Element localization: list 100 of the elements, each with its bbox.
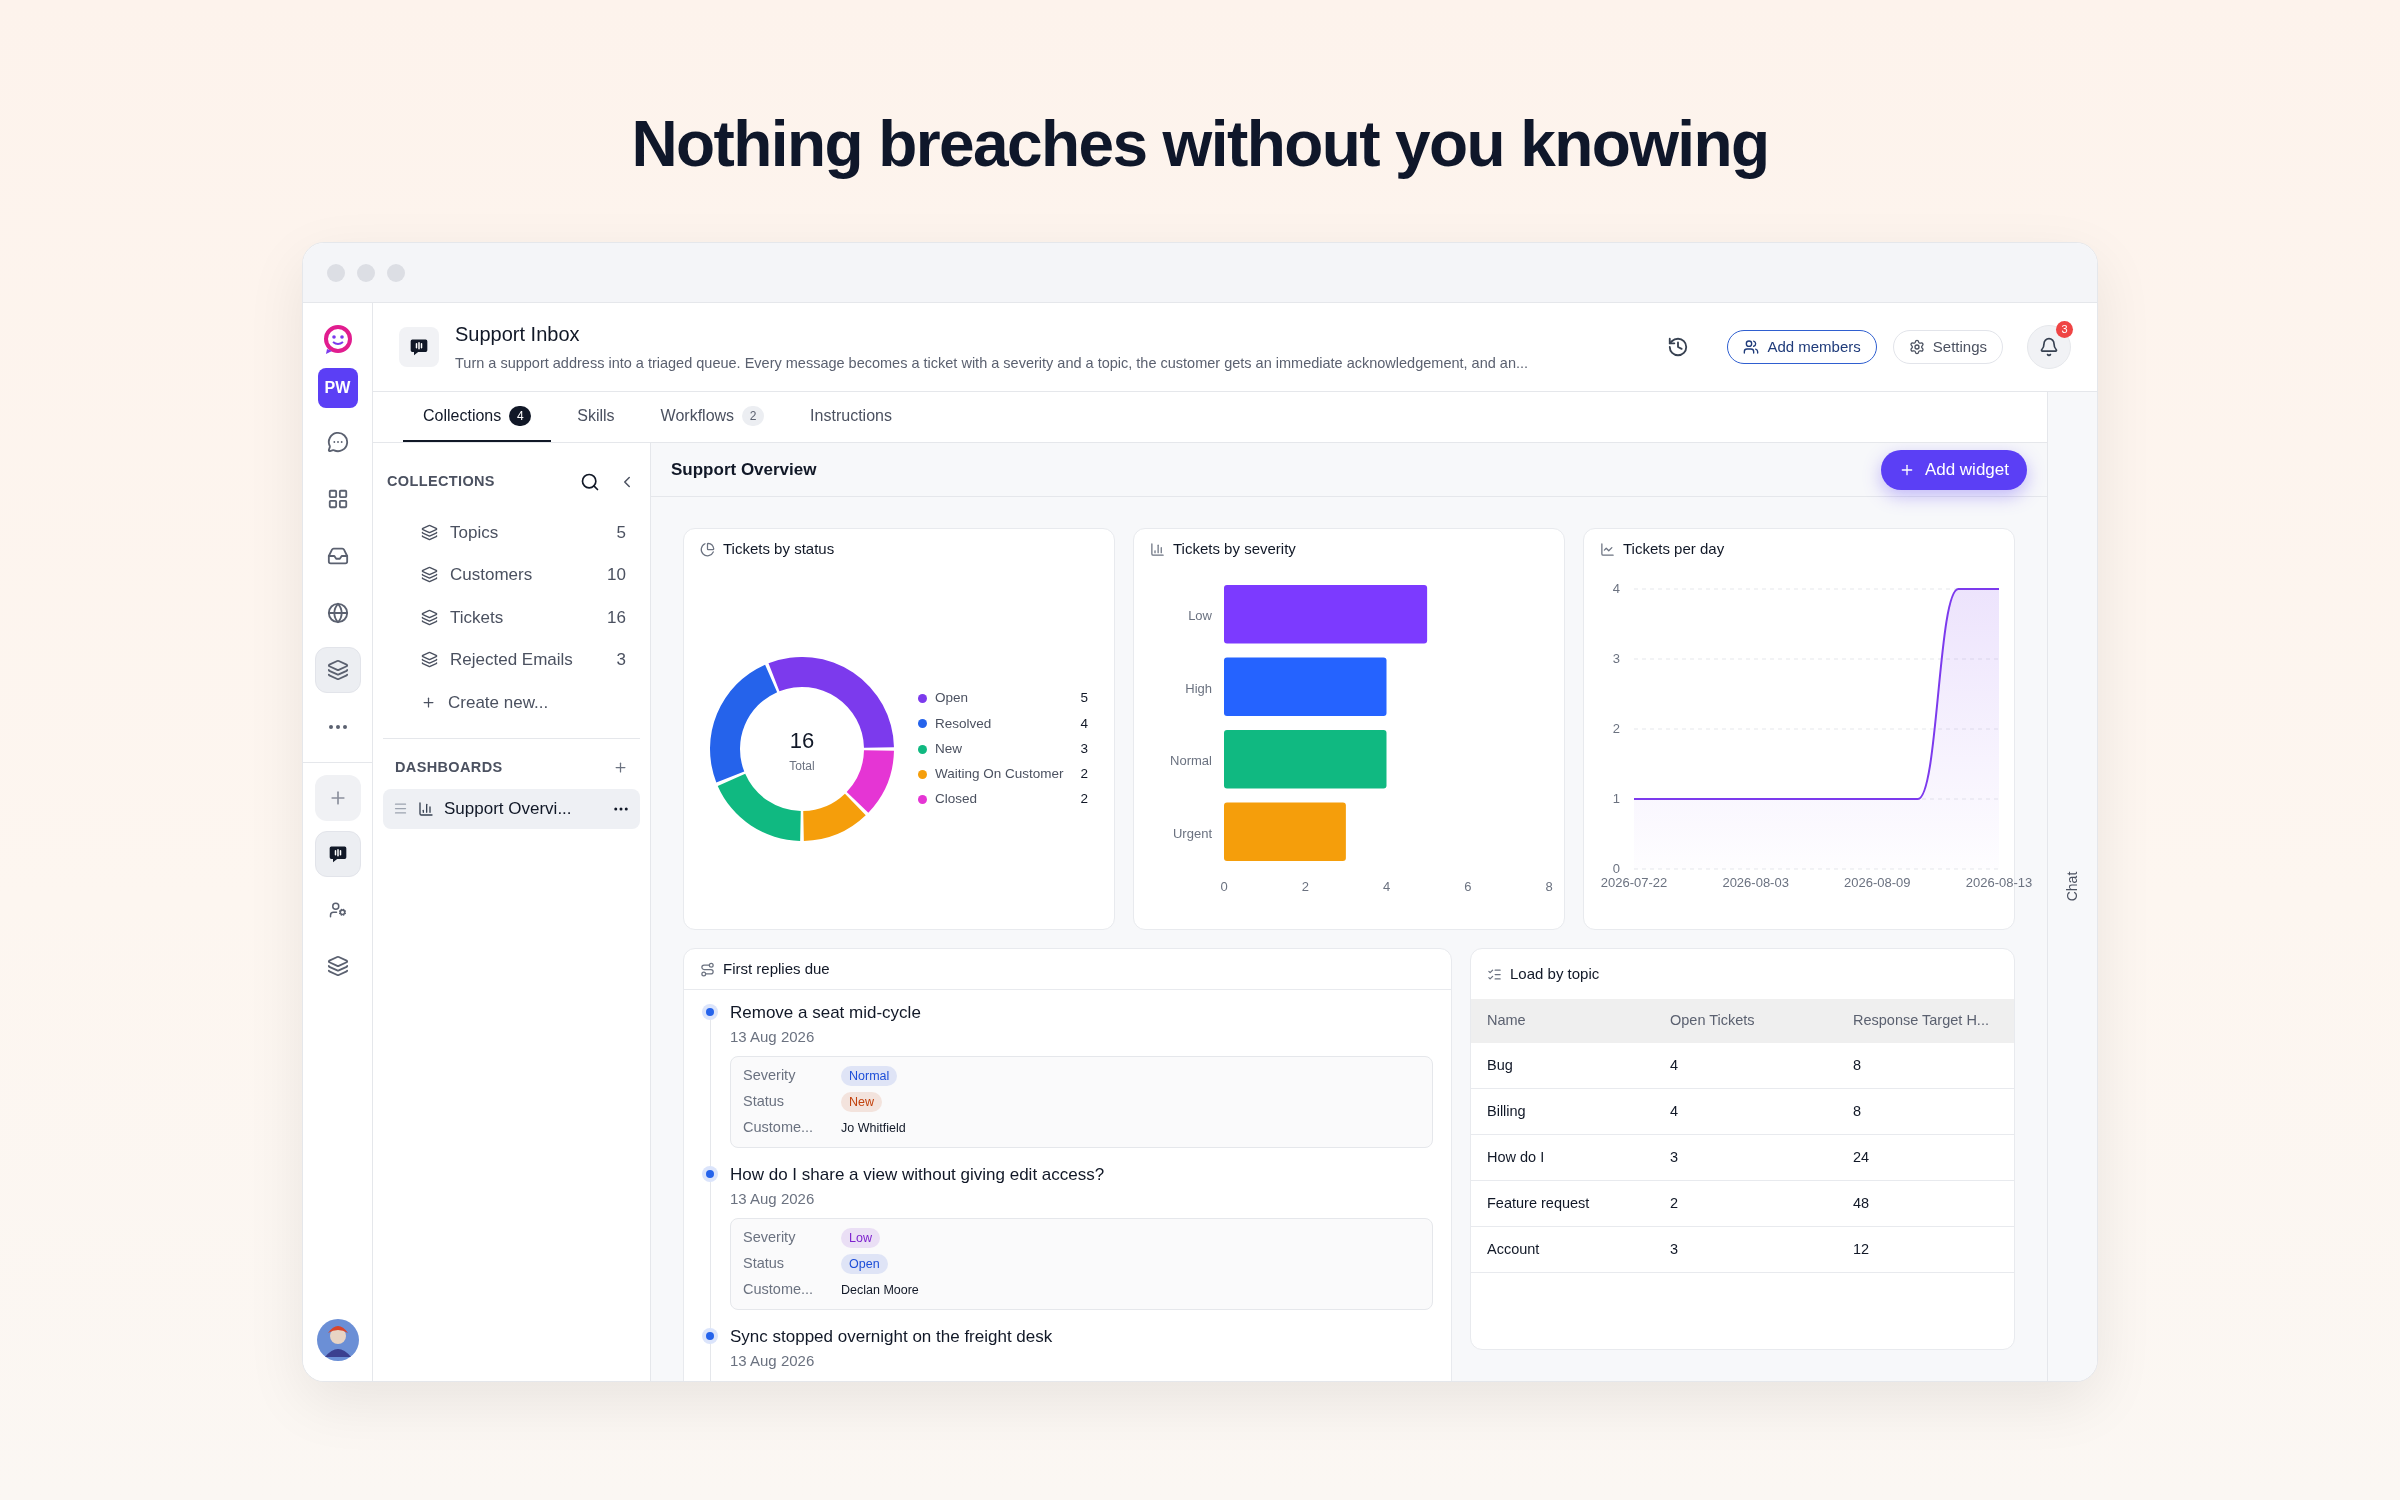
user-avatar[interactable]: [316, 1319, 359, 1361]
total-label: Total: [789, 757, 815, 775]
tick-label: 1: [1612, 791, 1620, 806]
bar-chart-icon: [418, 800, 434, 817]
ticket-date: 13 Aug 2026: [730, 1188, 816, 1209]
rail-button[interactable]: [314, 647, 361, 693]
tick-label: 0: [1612, 861, 1620, 876]
donut-slice: [846, 750, 894, 813]
legend-label: New: [935, 739, 963, 758]
tab[interactable]: Instructions: [790, 391, 912, 442]
search-icon[interactable]: [580, 472, 600, 492]
field-label: Status: [743, 1092, 786, 1112]
tick-label: 2: [1301, 879, 1309, 894]
collection-count: 10: [607, 564, 626, 586]
notification-count: 3: [2056, 321, 2073, 338]
workspace-avatar[interactable]: PW: [317, 368, 358, 408]
tick-label: 8: [1545, 879, 1553, 894]
column-header: Name: [1487, 1011, 1527, 1031]
layers-icon: [326, 659, 349, 681]
layers-icon: [421, 523, 438, 541]
field-value: Declan Moore: [841, 1281, 919, 1299]
layers-icon: [421, 608, 438, 626]
legend-count: 3: [1080, 739, 1088, 758]
field-label: Status: [743, 1254, 786, 1274]
collection-item[interactable]: Customers 10: [383, 553, 640, 596]
status-badge: New: [841, 1092, 882, 1112]
legend-count: 2: [1080, 765, 1088, 784]
collection-item[interactable]: Topics 5: [383, 511, 640, 554]
table-cell-text: 2: [1670, 1193, 1680, 1213]
more-icon: [328, 725, 347, 729]
collection-count: 16: [607, 606, 626, 629]
axis-label: Normal: [1170, 753, 1212, 769]
donut-slice: [803, 793, 866, 841]
chat-bubble-icon: [409, 337, 429, 357]
history-icon[interactable]: [1667, 336, 1690, 358]
ticket-date: 13 Aug 2026: [730, 1026, 816, 1047]
table-cell-text: Bug: [1487, 1055, 1514, 1075]
field-value: Jo Whitfield: [841, 1119, 906, 1137]
section-heading: COLLECTIONS: [387, 472, 496, 492]
table-cell-text: Account: [1487, 1239, 1541, 1259]
tick-label: 4: [1612, 581, 1620, 596]
chat-icon: [326, 431, 349, 453]
ticket-date: 13 Aug 2026: [730, 1350, 816, 1371]
bar-chart-icon: [1150, 541, 1165, 557]
layers-icon: [421, 566, 438, 584]
status-badge: Open: [841, 1254, 888, 1274]
table-cell-text: 12: [1853, 1239, 1871, 1259]
tick-label: 3: [1612, 651, 1620, 666]
drag-handle-icon[interactable]: [393, 801, 408, 816]
app-description: Turn a support address into a triaged queue. Every message becomes a ticket with a severity and a topic, the customer gets an immediate acknowledgement, and an...: [455, 354, 1530, 374]
table-cell-text: Billing: [1487, 1101, 1527, 1121]
table-cell-text: 24: [1853, 1147, 1871, 1167]
create-new-link[interactable]: Create new...: [383, 681, 640, 724]
field-label: Custome...: [743, 1280, 815, 1300]
collection-count: 5: [616, 521, 626, 544]
tick-label: 2026-08-03: [1722, 875, 1789, 890]
field-label: Custome...: [743, 1118, 815, 1138]
axis-label: High: [1185, 680, 1212, 696]
widget-title: Load by topic: [1510, 963, 1600, 984]
table-cell-text: Feature request: [1487, 1193, 1591, 1213]
widget-title: Tickets per day: [1623, 538, 1725, 559]
widget-title: First replies due: [723, 958, 830, 979]
widget-title: Tickets by severity: [1173, 538, 1296, 559]
table-cell-text: How do I: [1487, 1147, 1546, 1167]
add-widget-button[interactable]: Add widget: [1880, 449, 2027, 490]
table-cell-text: 48: [1853, 1193, 1871, 1213]
notifications-button[interactable]: [2027, 325, 2071, 369]
plus-icon[interactable]: [613, 760, 628, 775]
legend-label: Open: [935, 689, 970, 708]
grid-icon: [326, 488, 349, 510]
tick-label: 4: [1382, 879, 1391, 894]
tick-label: 6: [1464, 879, 1472, 894]
dashboard-item[interactable]: Support Overvi...: [383, 788, 640, 829]
table-cell-text: 3: [1670, 1147, 1680, 1167]
column-header: Response Target H...: [1853, 1011, 1990, 1031]
ticket-title[interactable]: Remove a seat mid-cycle: [730, 1000, 1433, 1026]
tab[interactable]: Skills: [557, 391, 635, 442]
rail-button[interactable]: [314, 831, 361, 877]
tick-label: 2: [1612, 721, 1620, 736]
collection-item[interactable]: Rejected Emails 3: [383, 638, 640, 681]
tab[interactable]: Workflows 2: [640, 391, 785, 442]
ticket-title[interactable]: How do I share a view without giving edit access?: [730, 1162, 1433, 1188]
table-cell-text: 8: [1853, 1055, 1863, 1075]
inbox-icon: [326, 545, 349, 567]
legend-label: Waiting On Customer: [935, 765, 1065, 784]
layers-icon: [326, 955, 349, 977]
chat-bubble-icon: [327, 844, 348, 864]
ticket-title[interactable]: Sync stopped overnight on the freight desk: [730, 1324, 1433, 1350]
field-label: Severity: [743, 1228, 797, 1248]
chat-tab[interactable]: Chat: [2062, 871, 2083, 902]
tick-label: 2026-07-22: [1600, 875, 1668, 890]
field-label: Severity: [743, 1066, 797, 1086]
table-cell-text: 4: [1670, 1101, 1680, 1121]
legend-count: 2: [1080, 790, 1088, 809]
table-cell-text: 3: [1670, 1239, 1680, 1259]
collection-item[interactable]: Tickets 16: [383, 596, 640, 639]
checklist-icon: [1487, 966, 1502, 982]
table-cell-text: 8: [1853, 1101, 1863, 1121]
tab-count: 4: [509, 405, 532, 426]
widget-title: Tickets by status: [723, 538, 835, 559]
